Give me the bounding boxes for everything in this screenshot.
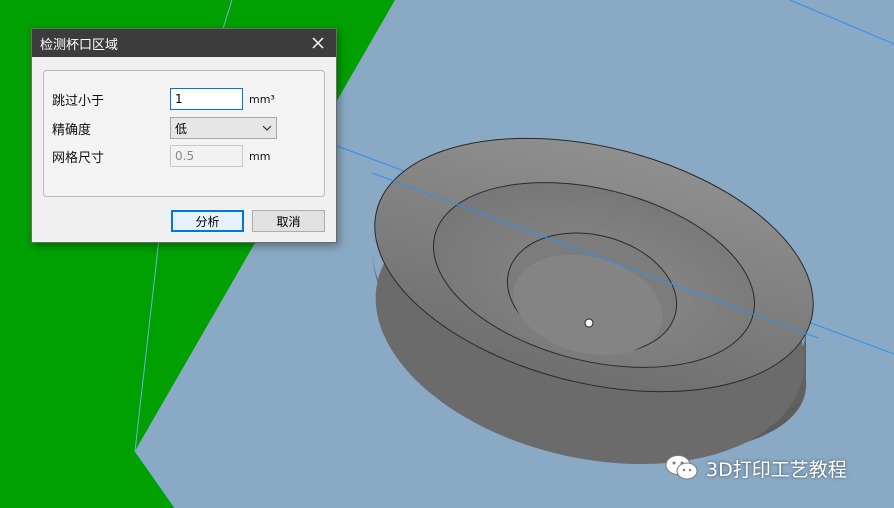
watermark-text: 3D打印工艺教程	[706, 458, 847, 481]
close-icon	[312, 37, 324, 49]
grid-size-label: 网格尺寸	[52, 150, 105, 166]
grid-size-row: 网格尺寸 0.5 mm	[52, 145, 270, 167]
close-button[interactable]	[308, 33, 328, 53]
dialog-titlebar[interactable]: 检测杯口区域	[32, 29, 336, 57]
wechat-icon	[665, 455, 698, 480]
pivot-point	[584, 318, 594, 328]
precision-selected-value: 低	[175, 121, 188, 136]
detect-cup-area-dialog: 检测杯口区域 跳过小于 1 mm³ 精确度 低 网格尺寸 0.5 mm 分析 取…	[31, 28, 337, 243]
precision-label: 精确度	[52, 122, 92, 138]
analyze-button[interactable]: 分析	[171, 210, 244, 232]
precision-select[interactable]: 低	[170, 117, 277, 139]
grid-size-input: 0.5	[170, 145, 243, 167]
skip-smaller-row: 跳过小于 1 mm³	[52, 88, 275, 110]
watermark: 3D打印工艺教程	[664, 454, 847, 482]
skip-smaller-unit: mm³	[249, 92, 275, 106]
skip-smaller-input[interactable]: 1	[170, 88, 243, 110]
precision-row: 精确度 低	[52, 117, 277, 139]
chevron-down-icon	[262, 125, 272, 131]
dialog-title: 检测杯口区域	[40, 37, 119, 53]
skip-smaller-label: 跳过小于	[52, 93, 105, 109]
cancel-button[interactable]: 取消	[252, 210, 325, 232]
parameters-group: 跳过小于 1 mm³ 精确度 低 网格尺寸 0.5 mm	[43, 70, 325, 197]
grid-size-unit: mm	[249, 149, 271, 163]
